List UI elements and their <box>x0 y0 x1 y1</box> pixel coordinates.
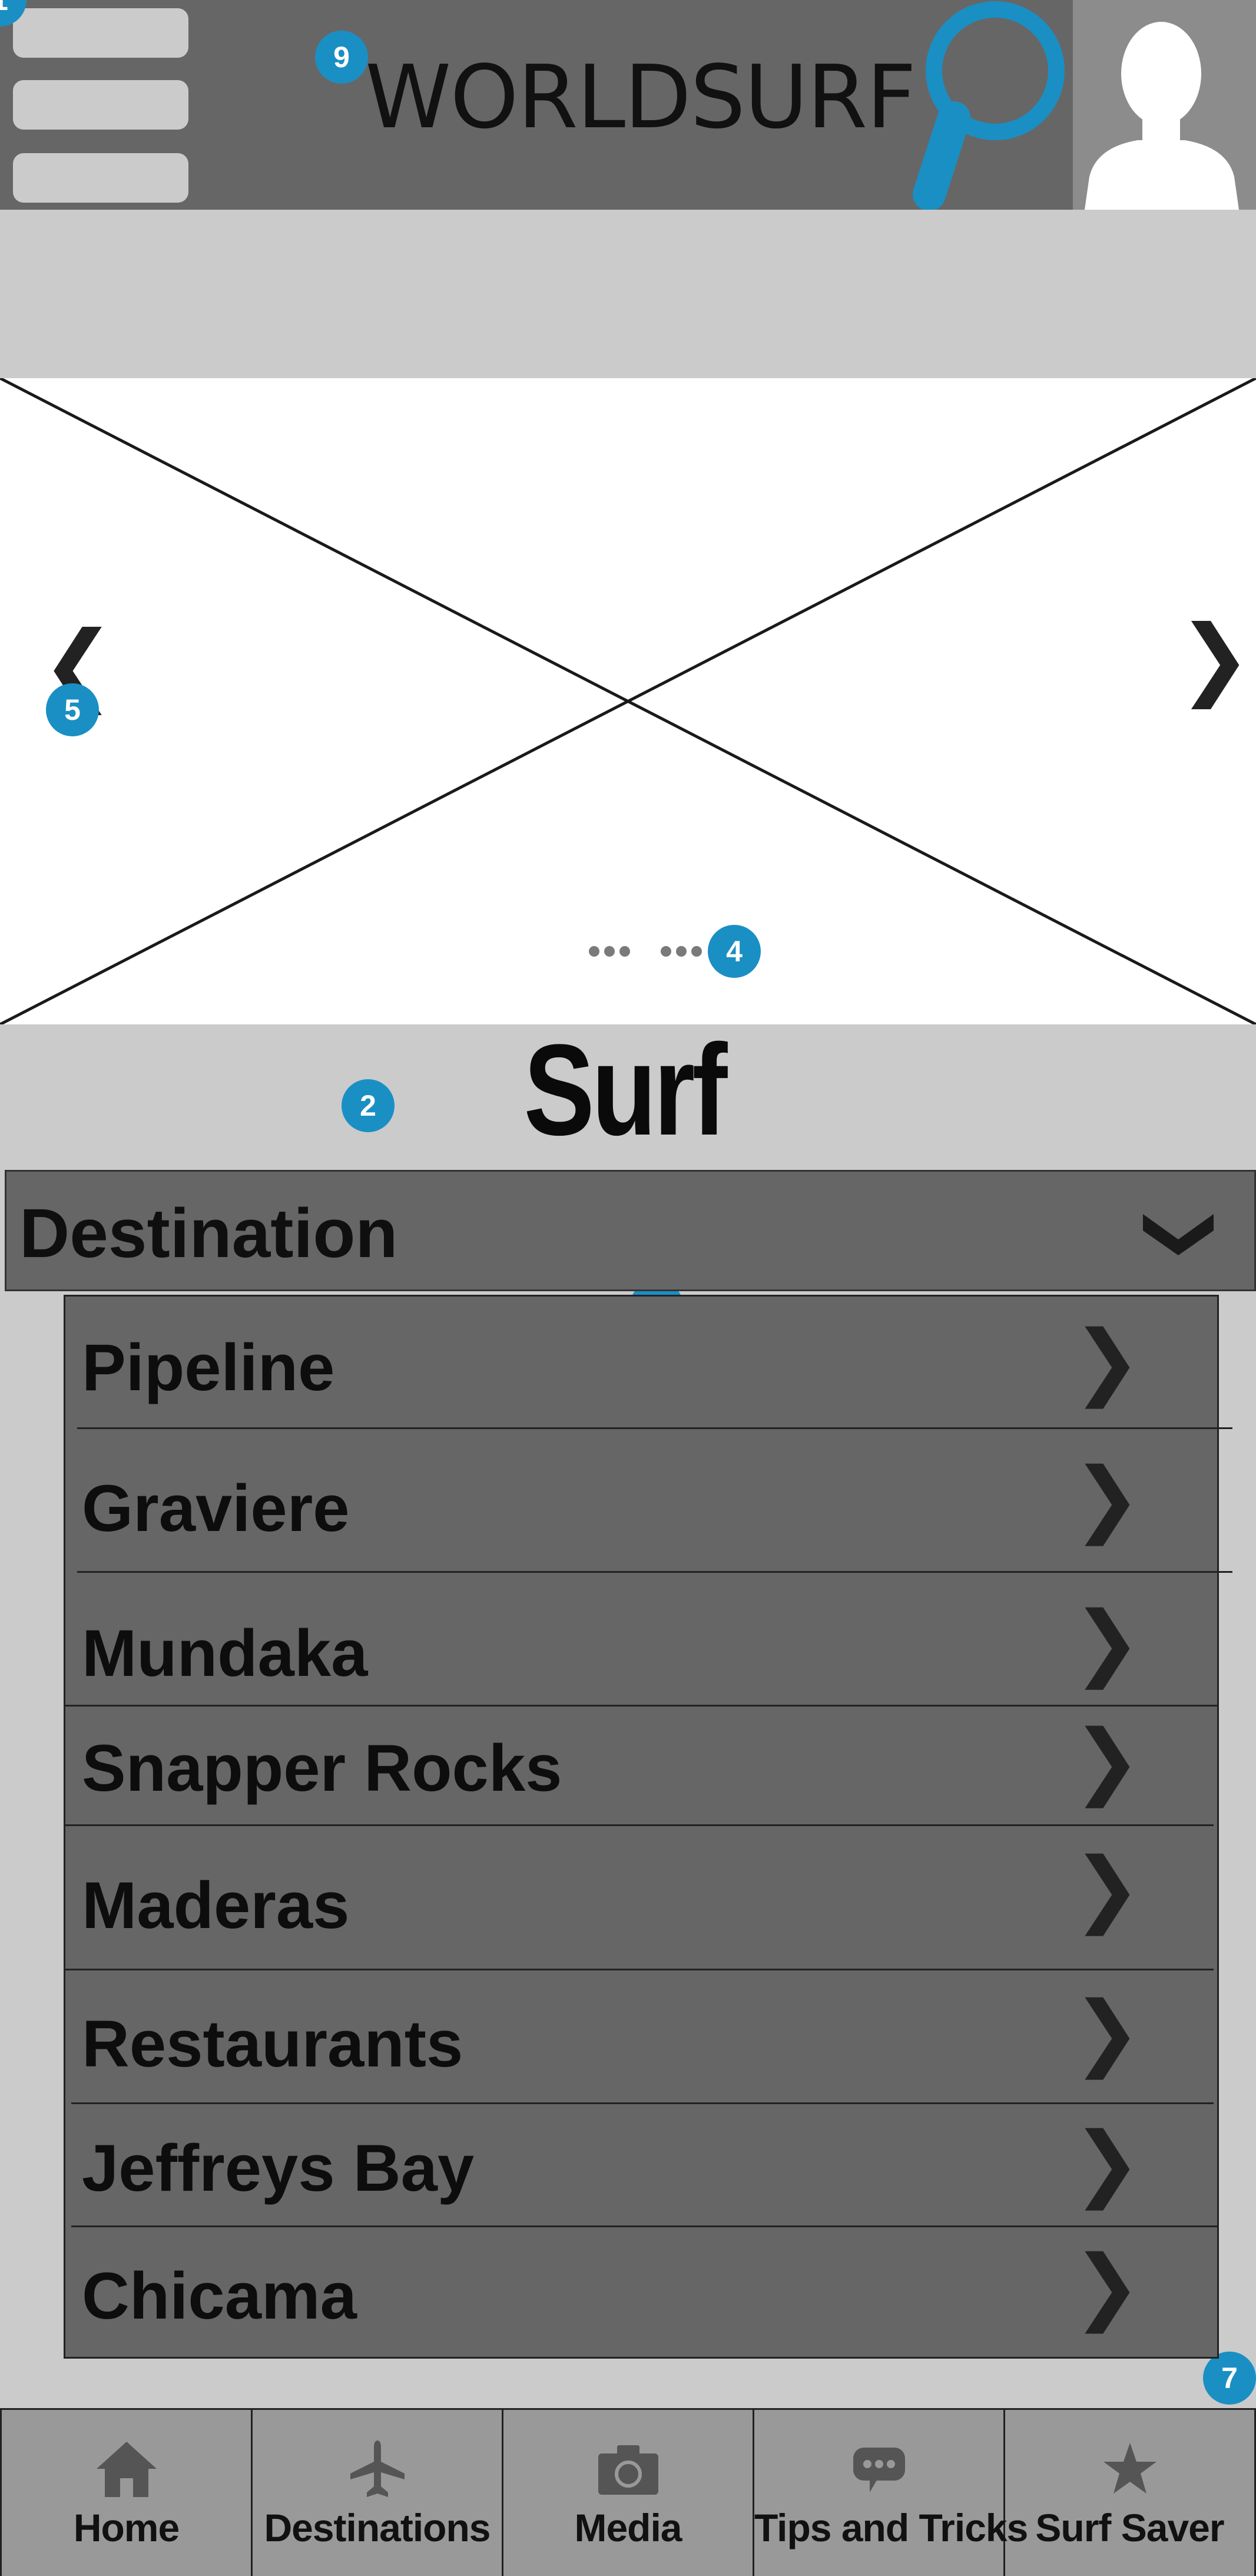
camera-icon <box>598 2445 658 2495</box>
chevron-right-icon: ❯ <box>1072 2238 1142 2334</box>
chevron-right-icon: ❯ <box>1072 1594 1142 1690</box>
app-title: WORLDSURF <box>365 47 916 148</box>
nav-tab-label: Home <box>73 2506 180 2549</box>
annotation-badge-4: 4 <box>708 925 761 978</box>
chevron-right-icon: ❯ <box>1072 1840 1142 1936</box>
carousel-next-arrow[interactable]: ❯ <box>1178 614 1252 702</box>
chat-bubble-icon <box>853 2448 905 2492</box>
annotation-badge-5: 5 <box>46 683 99 736</box>
pagination-dot[interactable] <box>619 946 630 957</box>
list-item[interactable]: Graviere ❯ <box>65 1429 1217 1570</box>
nav-tab-label: Media <box>574 2506 682 2549</box>
list-item[interactable]: Maderas ❯ <box>65 1826 1217 1969</box>
bottom-navigation-bar: Home Destinations Media Tips and Tricks … <box>0 2408 1256 2576</box>
list-item[interactable]: Jeffreys Bay ❯ <box>65 2104 1217 2226</box>
dropdown-label: Destination <box>19 1195 398 1272</box>
pagination-dot[interactable] <box>661 946 671 957</box>
chevron-right-icon: ❯ <box>1072 1712 1142 1808</box>
list-item[interactable]: Snapper Rocks ❯ <box>65 1707 1217 1824</box>
carousel-pagination-dots[interactable] <box>589 943 702 960</box>
nav-tab-destinations[interactable]: Destinations <box>253 2410 503 2576</box>
hamburger-menu-icon[interactable] <box>0 0 200 210</box>
pagination-dot[interactable] <box>604 946 615 957</box>
destination-list: Pipeline ❯ Graviere ❯ Mundaka ❯ Snapper … <box>64 1295 1232 2359</box>
chevron-down-icon[interactable] <box>1140 1207 1217 1260</box>
list-item-label: Pipeline <box>82 1331 335 1404</box>
chevron-right-icon: ❯ <box>1072 1313 1142 1409</box>
list-item[interactable]: Mundaka ❯ <box>65 1573 1217 1705</box>
list-item[interactable]: Restaurants ❯ <box>65 1970 1217 2102</box>
pagination-dot[interactable] <box>691 946 702 957</box>
pagination-dot[interactable] <box>676 946 687 957</box>
user-silhouette-icon[interactable] <box>1073 0 1256 210</box>
nav-tab-media[interactable]: Media <box>503 2410 754 2576</box>
list-item-label: Chicama <box>82 2259 357 2333</box>
magnifier-search-icon[interactable] <box>913 0 1078 211</box>
chevron-right-icon: ❯ <box>1072 2115 1142 2211</box>
list-item-label: Jeffreys Bay <box>82 2131 475 2205</box>
nav-tab-surf-saver[interactable]: Surf Saver <box>1005 2410 1256 2576</box>
nav-tab-home[interactable]: Home <box>0 2410 253 2576</box>
star-icon <box>1103 2443 1156 2494</box>
list-item-label: Maderas <box>82 1869 350 1942</box>
list-item-label: Mundaka <box>82 1616 368 1690</box>
list-item[interactable]: Chicama ❯ <box>65 2227 1217 2357</box>
nav-tab-tips-and-tricks[interactable]: Tips and Tricks <box>754 2410 1028 2576</box>
destination-dropdown[interactable]: Destination <box>5 1170 1256 1291</box>
image-carousel[interactable]: ❮ ❯ <box>0 378 1256 1024</box>
page-title: Surf Saver <box>487 1017 765 1302</box>
app-header: WORLDSURF <box>0 0 1256 211</box>
list-item-label: Restaurants <box>82 2007 463 2081</box>
nav-tab-label: Tips and Tricks <box>754 2506 1028 2549</box>
banner-strip <box>0 210 1256 378</box>
list-item-label: Graviere <box>82 1471 350 1545</box>
annotation-badge-7: 7 <box>1203 2352 1256 2405</box>
list-item[interactable]: Pipeline ❯ <box>65 1297 1217 1427</box>
home-icon <box>96 2442 157 2497</box>
pagination-dot[interactable] <box>589 946 599 957</box>
image-placeholder-x <box>0 378 1256 1024</box>
nav-tab-label: Destinations <box>264 2506 491 2549</box>
nav-tab-label: Surf Saver <box>1035 2506 1224 2549</box>
chevron-right-icon: ❯ <box>1072 1984 1142 2080</box>
annotation-badge-9: 9 <box>315 31 368 84</box>
list-item-label: Snapper Rocks <box>82 1731 562 1805</box>
airplane-icon <box>350 2441 405 2497</box>
chevron-right-icon: ❯ <box>1072 1450 1142 1546</box>
